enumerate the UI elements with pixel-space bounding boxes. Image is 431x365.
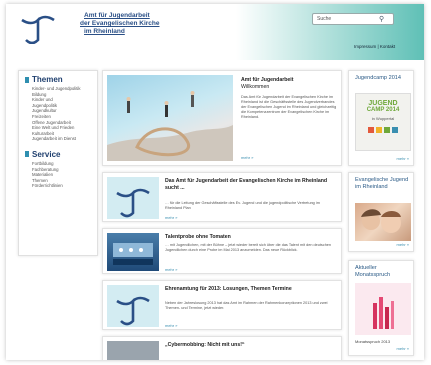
monatsspruch-image[interactable] [355, 283, 411, 335]
right-box-more-link[interactable]: mehr » [397, 346, 409, 351]
sidebar-item[interactable]: Jugendarbeit im Dienst [19, 136, 97, 142]
news-item: Ehrenamtung für 2013: Losungen, Themen T… [102, 280, 342, 330]
org-line-3: im Rheinland [84, 28, 125, 35]
sidebar-item[interactable]: Förderrichtlinien [19, 183, 97, 189]
news-title[interactable]: Das Amt für Jugendarbeit der Evangelisch… [165, 178, 337, 191]
feature-title[interactable]: Amt für Jugendarbeit [241, 77, 293, 83]
news-title[interactable]: „Cybermobbing: Nicht mit uns!“ [165, 342, 337, 349]
cross-logo-icon [116, 188, 150, 218]
jugendcamp-badge[interactable]: JUGEND CAMP 2014 in Wuppertal [355, 93, 411, 151]
search-icon[interactable]: ⚲ [379, 15, 384, 23]
right-box-more-link[interactable]: mehr » [397, 156, 409, 161]
badge-colors [356, 127, 410, 133]
news-thumbnail[interactable] [107, 285, 159, 327]
feature-image[interactable] [107, 75, 233, 161]
right-box-title[interactable]: Aktueller Monatsspruch [355, 265, 411, 279]
badge-line: in Wuppertal [371, 116, 395, 121]
figurine-photo-icon [107, 91, 233, 161]
news-body: … mit Jugendlichen, mit der Bühne – jetz… [165, 243, 332, 252]
news-more-link[interactable]: mehr » [165, 215, 177, 220]
sidebar: Themen Kinder- und Jugendpolitik Bildung… [18, 70, 98, 256]
feature-subtitle: Willkommen [241, 84, 270, 90]
section-marker-icon [25, 151, 29, 158]
header-links[interactable]: Impressum | Kontakt [354, 44, 395, 49]
feature-more-link[interactable]: mehr » [241, 155, 253, 160]
feature-teaser: Amt für Jugendarbeit Willkommen Das Amt … [102, 70, 342, 166]
news-more-link[interactable]: mehr » [165, 267, 177, 272]
right-box-monatsspruch: Aktueller Monatsspruch Monatsspruch 2013… [348, 260, 414, 356]
faces-photo-icon [361, 209, 401, 233]
right-box-more-link[interactable]: mehr » [397, 242, 409, 247]
right-box-ev-jugend: Evangelische Jugend im Rheinland mehr » [348, 172, 414, 252]
right-box-jugendcamp: Jugendcamp 2014 JUGEND CAMP 2014 in Wupp… [348, 70, 414, 166]
right-box-title[interactable]: Jugendcamp 2014 [355, 75, 411, 82]
badge-line: JUGEND [368, 100, 398, 107]
news-thumbnail[interactable] [107, 233, 159, 271]
stage-photo-icon [113, 243, 153, 265]
cross-logo-icon [116, 296, 150, 326]
news-item: „Cybermobbing: Nicht mit uns!“ [102, 336, 342, 360]
org-line-1: Amt für Jugendarbeit [84, 12, 150, 19]
news-body: … für die Leitung der Geschäftsstelle de… [165, 201, 320, 210]
flower-graphic-icon [373, 297, 394, 329]
page-frame: Amt für Jugendarbeit der Evangelischen K… [6, 4, 424, 360]
youth-photo[interactable] [355, 203, 411, 241]
news-title[interactable]: Ehrenamtung für 2013: Losungen, Themen T… [165, 286, 337, 293]
badge-line: CAMP 2014 [366, 107, 400, 113]
monatsspruch-caption: Monatsspruch 2013 [355, 339, 391, 344]
news-more-link[interactable]: mehr » [165, 323, 177, 328]
org-line-2: der Evangelischen Kirche [80, 20, 160, 27]
news-thumbnail[interactable] [107, 341, 159, 360]
news-title[interactable]: Talentprobe ohne Tomaten [165, 234, 337, 241]
news-item: Talentprobe ohne Tomaten … mit Jugendlic… [102, 228, 342, 274]
news-body: Neben der Jahreslosung 2013 hat das Amt … [165, 301, 328, 310]
sidebar-section-themen[interactable]: Themen [25, 75, 97, 84]
right-box-title[interactable]: Evangelische Jugend im Rheinland [355, 177, 411, 191]
sidebar-section-title: Service [32, 149, 61, 159]
sidebar-section-title: Themen [32, 75, 63, 84]
cross-logo-icon[interactable] [20, 10, 56, 44]
feature-body: Das Amt für Jugendarbeit der Evangelisch… [241, 95, 337, 119]
section-marker-icon [25, 76, 29, 83]
header: Amt für Jugendarbeit der Evangelischen K… [6, 4, 424, 60]
news-thumbnail[interactable] [107, 177, 159, 219]
news-item: Das Amt für Jugendarbeit der Evangelisch… [102, 172, 342, 222]
sidebar-section-service[interactable]: Service [25, 150, 97, 159]
organization-name[interactable]: Amt für Jugendarbeit der Evangelischen K… [80, 12, 159, 36]
